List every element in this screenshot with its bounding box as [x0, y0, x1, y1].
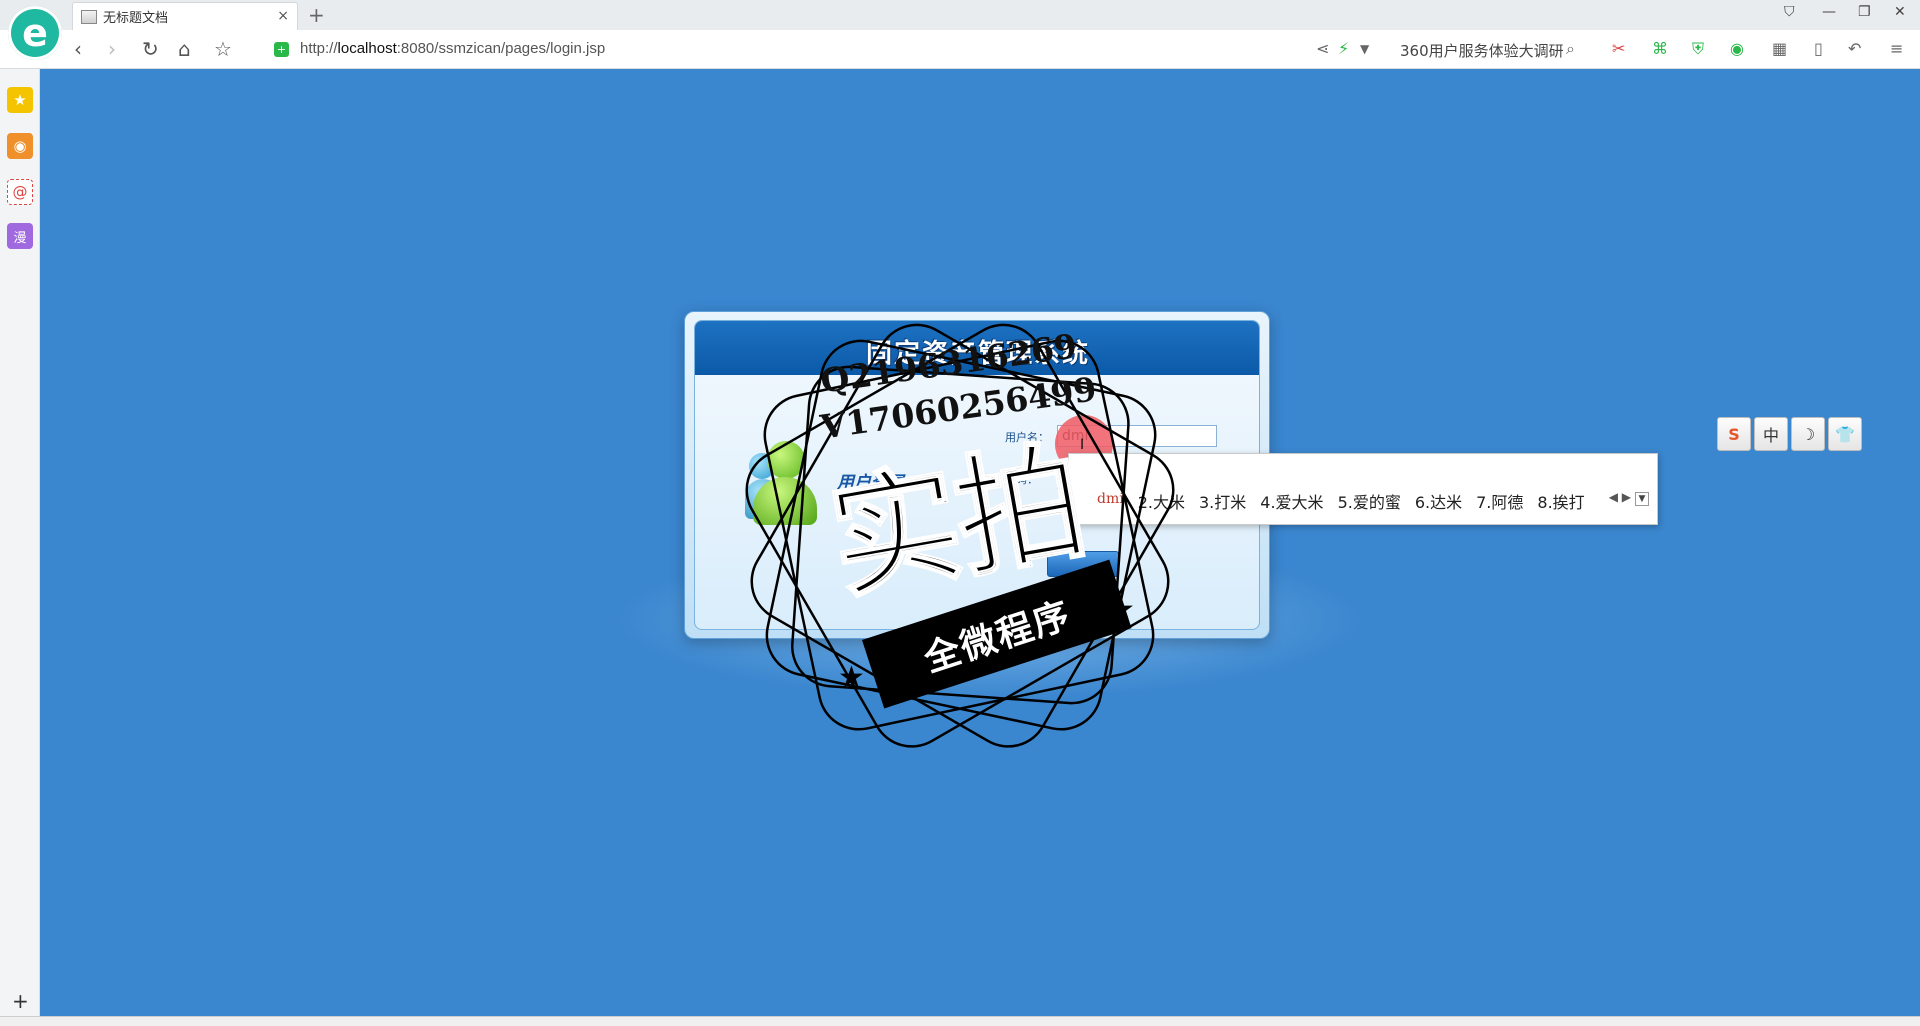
- undo-icon[interactable]: ↶: [1848, 39, 1861, 58]
- game-icon[interactable]: ◉: [1730, 39, 1744, 58]
- status-bar: [0, 1016, 1920, 1026]
- chevron-down-icon[interactable]: ▼: [1360, 42, 1369, 56]
- new-tab-button[interactable]: +: [308, 3, 325, 27]
- tab-strip: 无标题文档 × + ⛉ — ❐ ✕: [0, 0, 1920, 30]
- browser-logo[interactable]: e: [8, 6, 62, 60]
- ime-candidate[interactable]: 7.阿德: [1476, 489, 1523, 513]
- ime-candidate[interactable]: 8.挨打: [1537, 489, 1584, 513]
- add-sidebar-item-icon[interactable]: +: [12, 989, 29, 1013]
- share-icon[interactable]: ⋖: [1316, 39, 1329, 58]
- address-bar: ‹ › ↻ ⌂ ☆ + http://localhost:8080/ssmzic…: [0, 30, 1920, 69]
- weibo-icon[interactable]: ◉: [7, 133, 33, 159]
- home-button[interactable]: ⌂: [178, 37, 191, 61]
- search-suggestion[interactable]: 360用户服务体验大调研: [1400, 40, 1564, 61]
- reload-button[interactable]: ↻: [142, 37, 159, 61]
- ime-expand-icon[interactable]: ▼: [1635, 492, 1649, 506]
- moon-icon[interactable]: ☽: [1791, 417, 1825, 451]
- menu-icon[interactable]: ≡: [1890, 39, 1903, 58]
- back-button[interactable]: ‹: [74, 37, 82, 61]
- ime-page-arrows-icon[interactable]: ◀ ▶: [1609, 490, 1631, 504]
- favorites-star-icon[interactable]: ★: [7, 87, 33, 113]
- ime-candidate[interactable]: 5.爱的蜜: [1338, 489, 1401, 513]
- close-window-button[interactable]: ✕: [1894, 4, 1906, 20]
- mail-icon[interactable]: @: [7, 179, 33, 205]
- bookmark-star-icon[interactable]: ☆: [214, 37, 232, 61]
- url-path: :8080/ssmzican/pages/login.jsp: [396, 40, 606, 57]
- tab-title: 无标题文档: [103, 11, 169, 26]
- ime-candidate[interactable]: 2.大米: [1138, 489, 1185, 513]
- star-icon: ★: [1108, 592, 1135, 627]
- skin-icon[interactable]: ⛉: [1784, 4, 1795, 20]
- ime-candidate-window: dmi 2.大米 3.打米 4.爱大米 5.爱的蜜 6.达米 7.阿德 8.挨打…: [1068, 453, 1658, 525]
- speed-icon[interactable]: ⚡: [1338, 39, 1349, 58]
- apps-grid-icon[interactable]: ▦: [1772, 39, 1787, 58]
- url-field[interactable]: http://localhost:8080/ssmzican/pages/log…: [300, 40, 605, 57]
- minimize-button[interactable]: —: [1822, 4, 1836, 20]
- ime-language-toggle[interactable]: 中: [1754, 417, 1788, 451]
- mobile-icon[interactable]: ▯: [1814, 39, 1823, 58]
- search-icon[interactable]: ⌕: [1566, 39, 1575, 59]
- url-scheme: http://: [300, 40, 338, 57]
- sogou-logo-icon[interactable]: S: [1717, 417, 1751, 451]
- ime-candidate[interactable]: 3.打米: [1199, 489, 1246, 513]
- forward-button[interactable]: ›: [108, 37, 116, 61]
- url-host: localhost: [337, 40, 397, 57]
- text-cursor-icon: I: [1080, 437, 1085, 453]
- safety-shield-icon[interactable]: ⛨: [1692, 39, 1704, 59]
- screenshot-scissors-icon[interactable]: ✂: [1612, 39, 1625, 58]
- comic-icon[interactable]: 漫: [7, 223, 33, 249]
- left-sidebar: ★ ◉ @ 漫 +: [0, 69, 40, 1016]
- ime-candidate[interactable]: 6.达米: [1415, 489, 1462, 513]
- logo-letter: e: [22, 11, 48, 55]
- translate-icon[interactable]: ⌘: [1652, 39, 1668, 58]
- restore-button[interactable]: ❐: [1858, 4, 1871, 20]
- ime-candidate[interactable]: 4.爱大米: [1260, 489, 1323, 513]
- close-icon[interactable]: ×: [277, 8, 289, 24]
- tab-active[interactable]: 无标题文档 ×: [72, 2, 298, 30]
- ime-composition[interactable]: dmi: [1097, 491, 1124, 513]
- star-icon: ★: [838, 660, 865, 695]
- document-icon: [81, 9, 97, 24]
- ime-candidate-list: dmi 2.大米 3.打米 4.爱大米 5.爱的蜜 6.达米 7.阿德 8.挨打: [1097, 489, 1585, 513]
- users-icon: [745, 441, 825, 551]
- security-shield-icon[interactable]: +: [274, 42, 289, 57]
- skin-shirt-icon[interactable]: 👕: [1828, 417, 1862, 451]
